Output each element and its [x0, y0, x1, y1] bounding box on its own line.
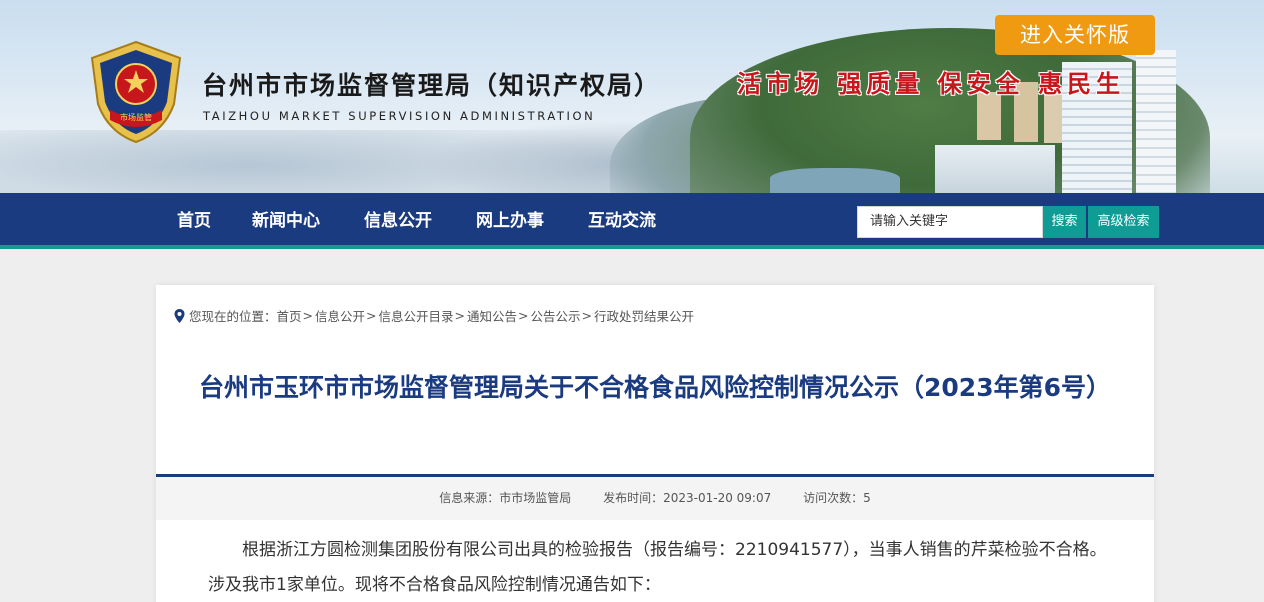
- header-banner: 市场监管 台州市市场监督管理局（知识产权局） TAIZHOU MARKET SU…: [0, 0, 1264, 193]
- search-input[interactable]: 请输入关键字: [857, 206, 1043, 238]
- article-title: 台州市玉环市市场监督管理局关于不合格食品风险控制情况公示（2023年第6号）: [199, 373, 1111, 402]
- care-version-button[interactable]: 进入关怀版: [995, 15, 1155, 55]
- nav-item-online-service[interactable]: 网上办事: [476, 193, 544, 249]
- nav-item-interaction[interactable]: 互动交流: [588, 193, 656, 249]
- slogan: 活市场 强质量 保安全 惠民生: [737, 69, 1126, 98]
- police-badge-emblem-icon[interactable]: 市场监管: [88, 40, 184, 144]
- site-subtitle: TAIZHOU MARKET SUPERVISION ADMINISTRATIO…: [203, 109, 596, 123]
- advanced-search-button[interactable]: 高级检索: [1088, 206, 1159, 238]
- breadcrumb-item-penalty-results[interactable]: 行政处罚结果公开: [594, 306, 694, 325]
- location-pin-icon: [174, 308, 185, 323]
- breadcrumb-item-announcements[interactable]: 公告公示: [531, 306, 581, 325]
- nav-item-info-public[interactable]: 信息公开: [364, 193, 432, 249]
- article-publish-time: 发布时间：2023-01-20 09:07: [603, 491, 772, 505]
- article-card: 您现在的位置： 首页 > 信息公开 > 信息公开目录 > 通知公告 > 公告公示 > 行政…: [156, 285, 1154, 602]
- breadcrumb-item-info-catalog[interactable]: 信息公开目录: [379, 306, 454, 325]
- breadcrumb-prefix: 您现在的位置：: [189, 309, 277, 324]
- article-body: 根据浙江方圆检测集团股份有限公司出具的检验报告（报告编号：2210941577）…: [208, 533, 1108, 602]
- nav-item-news[interactable]: 新闻中心: [252, 193, 320, 249]
- article-source: 信息来源：市市场监管局: [439, 491, 572, 505]
- search-button[interactable]: 搜索: [1043, 206, 1086, 238]
- banner-building: [977, 92, 1001, 140]
- breadcrumb: 您现在的位置： 首页 > 信息公开 > 信息公开目录 > 通知公告 > 公告公示 > 行政…: [174, 306, 694, 325]
- svg-text:市场监管: 市场监管: [120, 112, 152, 122]
- breadcrumb-item-info-public[interactable]: 信息公开: [315, 306, 365, 325]
- article-paragraph: 根据浙江方圆检测集团股份有限公司出具的检验报告（报告编号：2210941577）…: [208, 540, 1107, 595]
- site-title: 台州市市场监督管理局（知识产权局）: [202, 71, 662, 100]
- article-meta: 信息来源：市市场监管局 发布时间：2023-01-20 09:07 访问次数：5: [156, 477, 1154, 520]
- article-views: 访问次数：5: [803, 491, 871, 505]
- breadcrumb-item-home[interactable]: 首页: [277, 306, 302, 325]
- banner-tower: [1136, 50, 1176, 193]
- breadcrumb-item-notices[interactable]: 通知公告: [467, 306, 517, 325]
- banner-buildings: [935, 145, 1055, 193]
- nav-item-home[interactable]: 首页: [177, 193, 211, 249]
- banner-lake: [770, 168, 900, 193]
